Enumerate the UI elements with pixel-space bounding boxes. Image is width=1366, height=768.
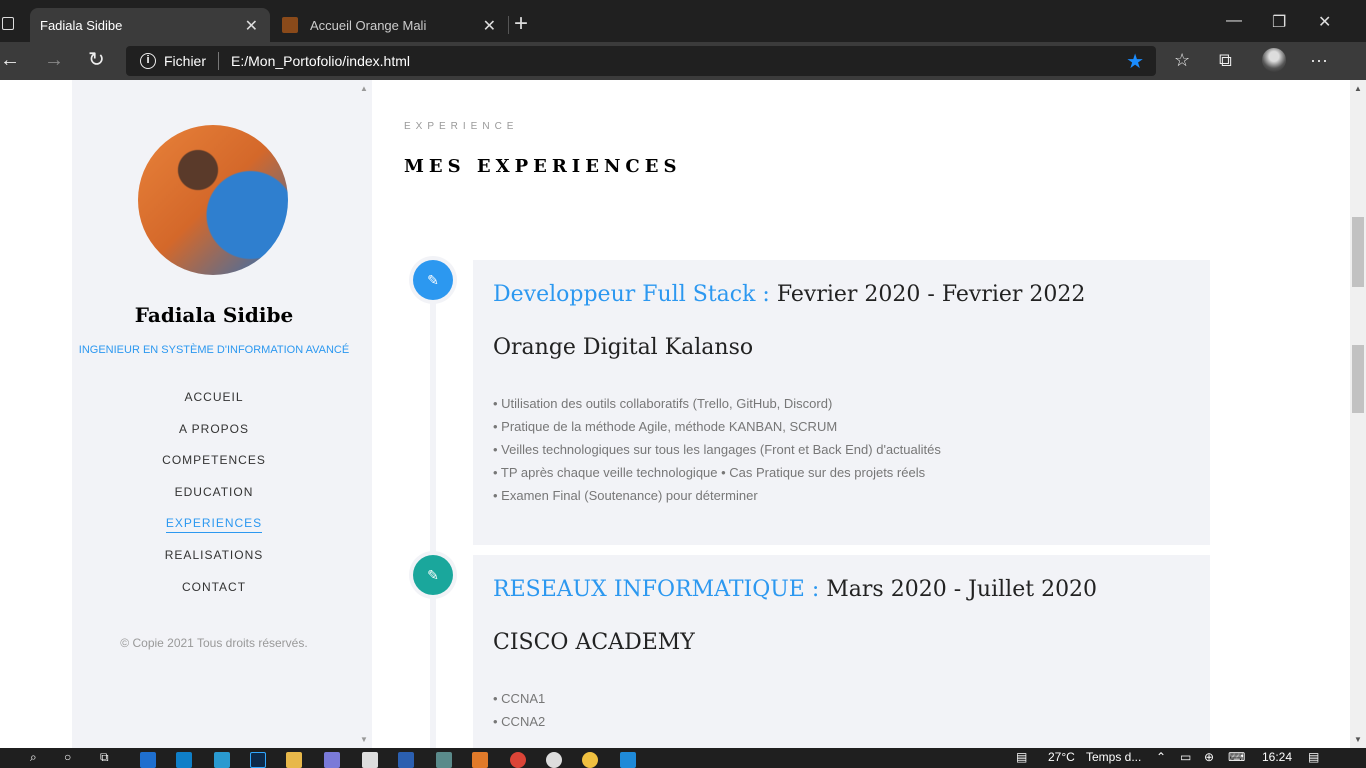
app-icon[interactable] — [214, 752, 230, 768]
experience-title: RESEAUX INFORMATIQUE : Mars 2020 - Juill… — [493, 577, 1098, 602]
pencil-icon: ✎ — [413, 555, 453, 595]
profile-role: INGENIEUR EN SYSTÈME D'INFORMATION AVANC… — [78, 344, 350, 356]
close-tab-icon[interactable]: ✕ — [483, 16, 496, 36]
list-item: • CCNA2 — [493, 714, 546, 729]
experience-title: Developpeur Full Stack : Fevrier 2020 - … — [493, 282, 1086, 307]
browser-toolbar: ← → ↻ i Fichier E:/Mon_Portofolio/index.… — [0, 42, 1366, 80]
refresh-icon[interactable]: ↻ — [88, 50, 105, 70]
menu-item-competences[interactable]: COMPETENCES — [72, 453, 356, 485]
mail-icon[interactable] — [140, 752, 156, 768]
menu-item-a-propos[interactable]: A PROPOS — [72, 422, 356, 454]
section-heading: MES EXPERIENCES — [404, 156, 682, 177]
address-url[interactable]: E:/Mon_Portofolio/index.html — [231, 53, 410, 69]
battery-icon[interactable]: ▭ — [1180, 750, 1191, 764]
app-icon[interactable] — [324, 752, 340, 768]
address-bar[interactable]: i Fichier E:/Mon_Portofolio/index.html ★ — [126, 46, 1156, 76]
address-scheme: Fichier — [164, 53, 207, 69]
menu-item-education[interactable]: EDUCATION — [72, 485, 356, 517]
browser-tab-bar: Fadiala Sidibe ✕ Accueil Orange Mali ✕ +… — [0, 0, 1366, 104]
task-view-icon[interactable]: ⧉ — [100, 750, 109, 765]
list-item: • Utilisation des outils collaboratifs (… — [493, 396, 833, 411]
profile-avatar[interactable] — [1262, 48, 1286, 72]
scroll-down-icon[interactable]: ▼ — [1354, 735, 1362, 744]
search-icon[interactable]: ⌕ — [30, 750, 37, 765]
tab-actions-icon[interactable] — [2, 17, 14, 30]
chrome-icon[interactable] — [510, 752, 526, 768]
section-eyebrow: EXPERIENCE — [404, 121, 519, 132]
experience-company: Orange Digital Kalanso — [493, 335, 754, 360]
vscode-icon[interactable] — [620, 752, 636, 768]
cortana-icon[interactable]: ○ — [64, 750, 71, 764]
experience-details: • Utilisation des outils collaboratifs (… — [493, 396, 1190, 511]
close-window-icon[interactable]: ✕ — [1318, 12, 1331, 32]
sidebar: Fadiala Sidibe INGENIEUR EN SYSTÈME D'IN… — [72, 80, 372, 748]
forward-icon[interactable]: → — [44, 50, 64, 70]
weather-text[interactable]: Temps d... — [1086, 750, 1141, 764]
experience-card: Developpeur Full Stack : Fevrier 2020 - … — [473, 260, 1210, 545]
menu-item-accueil[interactable]: ACCUEIL — [72, 390, 356, 422]
scroll-down-icon[interactable]: ▼ — [360, 735, 368, 744]
tab-title: Accueil Orange Mali — [310, 17, 427, 33]
app-icon[interactable] — [472, 752, 488, 768]
app-icon[interactable] — [436, 752, 452, 768]
temperature[interactable]: 27°C — [1048, 750, 1075, 764]
list-item: • Veilles technologiques sur tous les la… — [493, 442, 941, 457]
windows-taskbar: ⌕ ○ ⧉ ▤ 27°C Temps d... ⌃ ▭ ⊕ ⌨ 16:24 ▤ — [0, 748, 1366, 768]
clock[interactable]: 16:24 — [1262, 750, 1292, 764]
scrollbar-thumb[interactable] — [1352, 217, 1364, 287]
scroll-up-icon[interactable]: ▲ — [360, 84, 368, 93]
more-options-icon[interactable]: ··· — [1310, 50, 1328, 71]
menu-item-experiences[interactable]: EXPERIENCES — [72, 516, 356, 548]
file-explorer-icon[interactable] — [286, 752, 302, 768]
scrollbar-thumb[interactable] — [1352, 345, 1364, 413]
experience-company: CISCO ACADEMY — [493, 630, 695, 655]
profile-name: Fadiala Sidibe — [134, 303, 294, 327]
page-scrollbar[interactable]: ▲ ▼ — [1350, 80, 1366, 748]
minimize-icon[interactable]: — — [1226, 12, 1242, 30]
notification-icon[interactable]: ▤ — [1308, 750, 1319, 764]
globe-icon[interactable]: ⊕ — [1204, 750, 1214, 764]
list-item: • TP après chaque veille technologique •… — [493, 465, 926, 480]
menu-item-contact[interactable]: CONTACT — [72, 580, 356, 612]
sidebar-menu: ACCUEIL A PROPOS COMPETENCES EDUCATION E… — [72, 390, 356, 611]
favorites-icon[interactable]: ☆ — [1174, 50, 1190, 71]
experience-details: • CCNA1 • CCNA2 — [493, 691, 1190, 737]
tab-fadiala-sidibe[interactable]: Fadiala Sidibe ✕ — [30, 8, 270, 104]
restore-icon[interactable]: ❐ — [1272, 12, 1286, 32]
sidebar-scrollbar[interactable]: ▲ ▼ — [356, 80, 372, 748]
app-icon[interactable] — [546, 752, 562, 768]
close-tab-icon[interactable]: ✕ — [245, 16, 258, 36]
pencil-icon: ✎ — [413, 260, 453, 300]
tab-accueil-orange[interactable]: Accueil Orange Mali ✕ — [272, 8, 508, 42]
timeline-line — [430, 280, 436, 748]
app-icon[interactable] — [582, 752, 598, 768]
list-item: • Examen Final (Soutenance) pour détermi… — [493, 488, 758, 503]
document-icon[interactable] — [362, 752, 378, 768]
edge-icon[interactable] — [176, 752, 192, 768]
photoshop-icon[interactable] — [250, 752, 266, 768]
favorite-star-icon[interactable]: ★ — [1126, 49, 1144, 74]
collections-icon[interactable]: ⧉ — [1219, 50, 1232, 71]
copyright: © Copie 2021 Tous droits réservés. — [120, 636, 308, 650]
address-separator — [218, 52, 220, 70]
tab-separator — [508, 16, 509, 34]
main-content: EXPERIENCE MES EXPERIENCES ✎ Developpeur… — [372, 80, 1350, 748]
info-icon[interactable]: i — [140, 53, 156, 69]
list-item: • CCNA1 — [493, 691, 546, 706]
orange-favicon-icon — [282, 17, 298, 33]
list-item: • Pratique de la méthode Agile, méthode … — [493, 419, 838, 434]
experience-card: RESEAUX INFORMATIQUE : Mars 2020 - Juill… — [473, 555, 1210, 748]
new-tab-icon[interactable]: + — [514, 12, 528, 36]
profile-photo — [138, 125, 288, 275]
word-icon[interactable] — [398, 752, 414, 768]
back-icon[interactable]: ← — [0, 50, 20, 70]
scroll-up-icon[interactable]: ▲ — [1354, 84, 1362, 93]
page-content: Fadiala Sidibe INGENIEUR EN SYSTÈME D'IN… — [0, 80, 1350, 748]
keyboard-icon[interactable]: ⌨ — [1228, 750, 1245, 764]
chevron-up-icon[interactable]: ⌃ — [1156, 750, 1166, 764]
menu-item-realisations[interactable]: REALISATIONS — [72, 548, 356, 580]
tab-title: Fadiala Sidibe — [40, 17, 123, 33]
news-icon[interactable]: ▤ — [1016, 750, 1027, 764]
